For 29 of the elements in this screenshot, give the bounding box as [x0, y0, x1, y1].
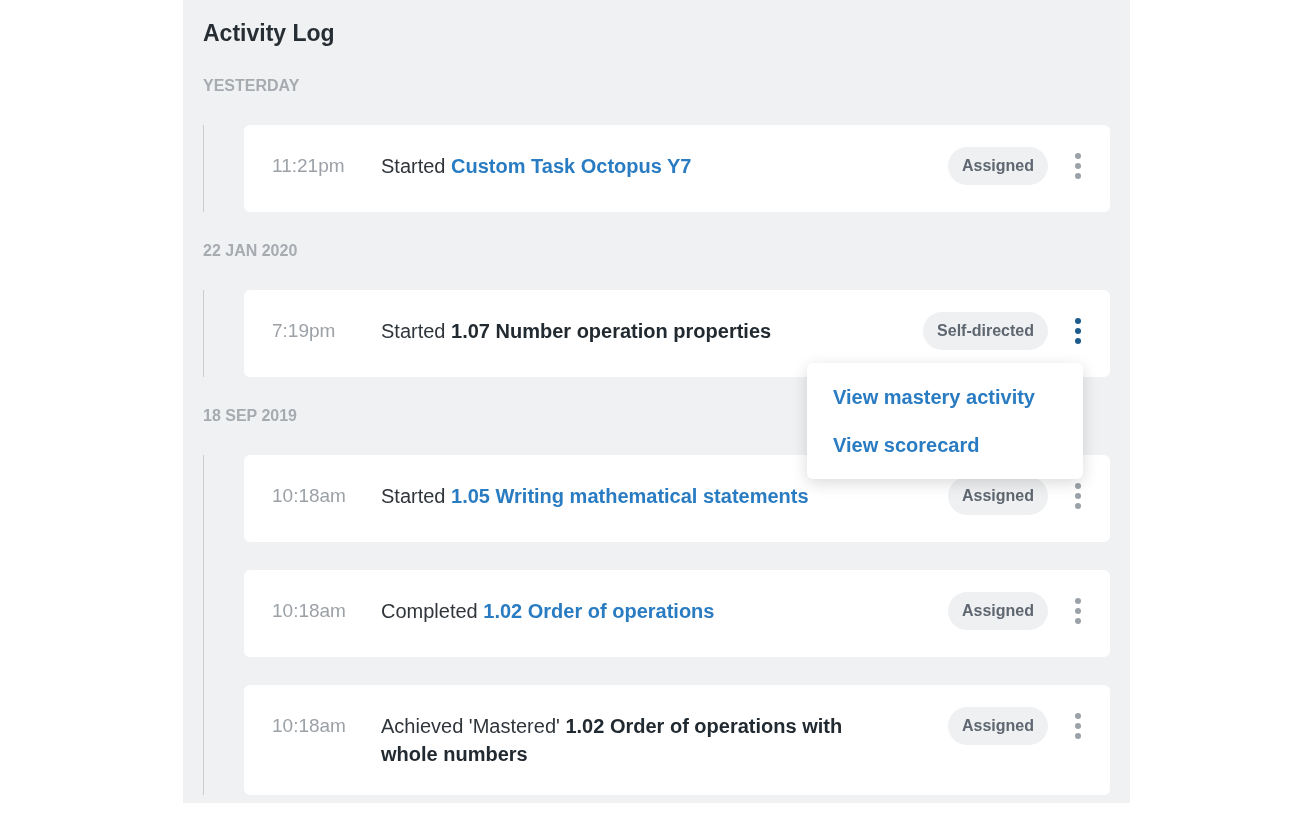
- date-heading: YESTERDAY: [203, 76, 300, 96]
- entry-description: Completed 1.02 Order of operations: [381, 599, 716, 624]
- entry-time: 10:18am: [272, 714, 347, 738]
- entry-time: 10:18am: [272, 484, 347, 508]
- activity-link[interactable]: 1.02 Order of operations: [483, 600, 715, 622]
- status-badge: Assigned: [948, 477, 1048, 515]
- more-options-icon: [1075, 483, 1081, 509]
- more-options-icon: [1075, 318, 1081, 344]
- entry-time: 7:19pm: [272, 319, 337, 343]
- status-badge: Assigned: [948, 592, 1048, 630]
- more-options-icon: [1075, 598, 1081, 624]
- more-options-icon: [1075, 153, 1081, 179]
- status-badge: Assigned: [948, 707, 1048, 745]
- entry-description: Achieved 'Mastered' 1.02 Order of operations with whole numbers: [381, 714, 844, 767]
- entry-description: Started 1.05 Writing mathematical statements: [381, 484, 810, 509]
- activity-link[interactable]: Custom Task Octopus Y7: [451, 155, 692, 177]
- date-heading: 22 JAN 2020: [203, 241, 298, 261]
- menu-item[interactable]: View scorecard: [833, 431, 1057, 459]
- menu-item[interactable]: View mastery activity: [833, 383, 1057, 411]
- activity-link[interactable]: 1.05 Writing mathematical statements: [451, 485, 809, 507]
- more-options-icon: [1075, 713, 1081, 739]
- status-badge: Self-directed: [923, 312, 1048, 350]
- entry-description: Started 1.07 Number operation properties: [381, 319, 773, 344]
- entry-time: 11:21pm: [272, 154, 346, 178]
- entry-description: Started Custom Task Octopus Y7: [381, 154, 693, 179]
- status-badge: Assigned: [948, 147, 1048, 185]
- panel-title: Activity Log: [203, 19, 336, 48]
- entry-time: 10:18am: [272, 599, 347, 623]
- date-heading: 18 SEP 2019: [203, 406, 297, 426]
